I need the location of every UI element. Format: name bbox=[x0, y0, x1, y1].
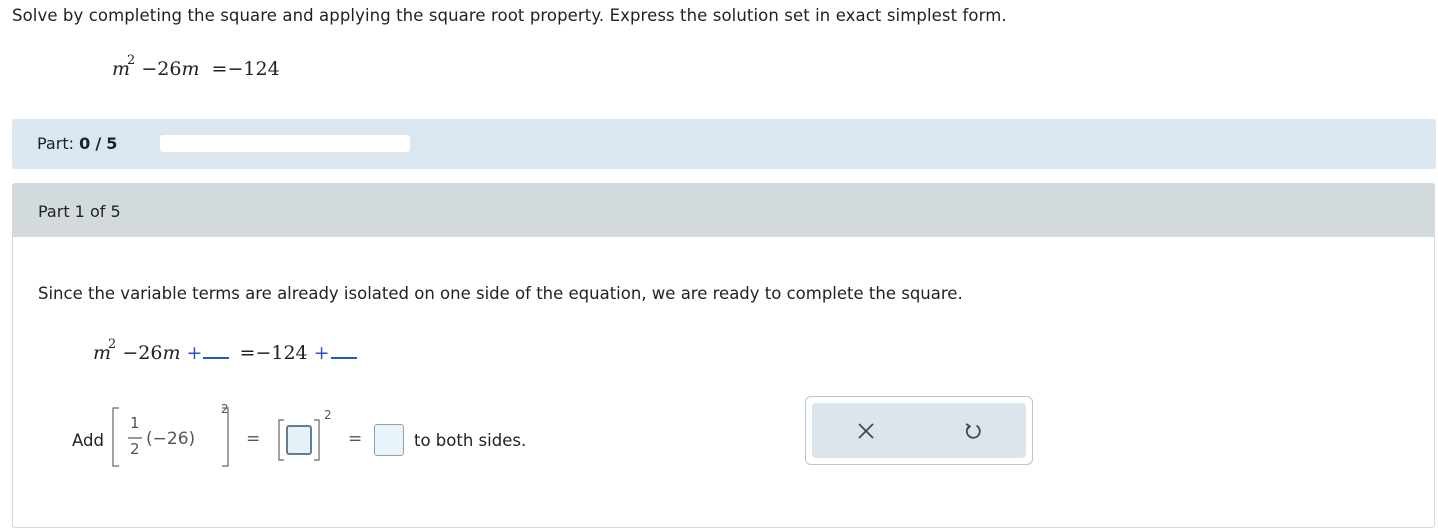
close-icon bbox=[857, 422, 874, 439]
step-minus: − bbox=[122, 342, 139, 364]
progress-current: 0 bbox=[79, 134, 91, 153]
right-bracket-icon bbox=[222, 407, 229, 467]
progress-label-text: Part: bbox=[37, 134, 74, 153]
left-bracket-2-icon bbox=[278, 419, 284, 461]
step-plus-2: + bbox=[313, 342, 330, 364]
progress-total: 5 bbox=[106, 134, 118, 153]
progress-track bbox=[160, 135, 410, 152]
fraction-denominator: 2 bbox=[130, 440, 140, 458]
step-rhs: 124 bbox=[271, 342, 308, 364]
equation-equals: = bbox=[211, 58, 228, 80]
answer-toolbar-inner bbox=[812, 403, 1026, 458]
step-equals: = bbox=[239, 342, 256, 364]
equals-sign-1: = bbox=[246, 429, 261, 449]
step-coef: 26 bbox=[138, 342, 163, 364]
step-exponent: 2 bbox=[108, 337, 117, 352]
add-label: Add bbox=[72, 431, 104, 450]
part-explanation: Since the variable terms are already iso… bbox=[38, 284, 963, 303]
step-plus: + bbox=[186, 342, 203, 364]
equation-rhs: 124 bbox=[243, 58, 280, 80]
step-blank-right bbox=[330, 343, 357, 359]
step-blank-left bbox=[203, 343, 230, 359]
part-header-label: Part 1 of 5 bbox=[38, 202, 121, 221]
to-both-sides-label: to both sides. bbox=[414, 431, 527, 450]
undo-button[interactable] bbox=[919, 403, 1026, 458]
step-neg: − bbox=[255, 342, 272, 364]
step-equation: m2 −26m + =−124 + bbox=[93, 337, 357, 364]
square-base-input[interactable] bbox=[286, 425, 312, 455]
fraction-numerator: 1 bbox=[130, 414, 140, 432]
input-exponent: 2 bbox=[324, 408, 332, 422]
progress-separator: / bbox=[95, 134, 102, 153]
equation-neg: − bbox=[227, 58, 244, 80]
answer-toolbar bbox=[805, 396, 1033, 465]
result-input[interactable] bbox=[374, 424, 404, 456]
equation-exponent: 2 bbox=[127, 53, 136, 68]
equation-minus: − bbox=[141, 58, 158, 80]
progress-panel: Part: 0 / 5 bbox=[12, 119, 1436, 169]
equals-sign-2: = bbox=[348, 429, 363, 449]
clear-button[interactable] bbox=[812, 403, 919, 458]
step-variable-2: m bbox=[162, 342, 181, 364]
bracket-exponent: 2 bbox=[221, 402, 229, 416]
factor-text: (−26) bbox=[146, 429, 196, 449]
problem-equation: m2 −26m =−124 bbox=[112, 53, 280, 80]
left-bracket-icon bbox=[112, 407, 119, 467]
equation-coef: 26 bbox=[157, 58, 182, 80]
problem-instruction: Solve by completing the square and apply… bbox=[12, 6, 1007, 25]
part-header: Part 1 of 5 bbox=[13, 184, 1434, 237]
undo-icon bbox=[965, 422, 981, 439]
equation-variable-2: m bbox=[181, 58, 200, 80]
right-bracket-2-icon bbox=[314, 419, 320, 461]
progress-label: Part: 0 / 5 bbox=[37, 134, 117, 153]
